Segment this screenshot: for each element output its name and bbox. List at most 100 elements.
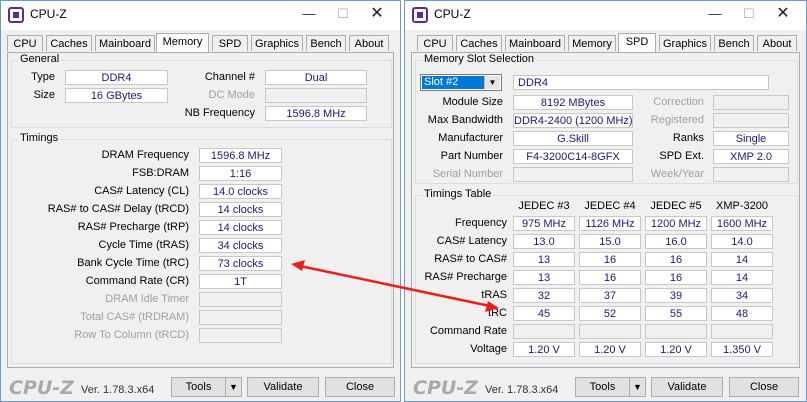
manufacturer-label: Manufacturer [438,132,503,144]
cpuz-window-memory: CPU-Z — ☐ ✕ CPU Caches Mainboard Memory … [0,0,401,402]
table-cell: 14.0 [711,234,773,249]
spd-tab-panel: Memory Slot Selection Slot #2 ▼ DDR4 Mod… [411,52,800,368]
footer-bar: CPU-Z Ver. 1.78.3.x64 Tools ▼ Validate C… [1,371,400,402]
table-cell: 1126 MHz [579,216,641,231]
tab-cpu[interactable]: CPU [417,35,453,51]
table-cell: 1.20 V [645,342,707,357]
table-cell: 13 [513,270,575,285]
part-number-value: F4-3200C14-8GFX [513,149,633,164]
table-cell: 16.0 [645,234,707,249]
timing-label: RAS# to CAS# Delay (tRCD) [47,203,189,215]
table-cell [579,324,641,339]
tab-about[interactable]: About [757,35,797,51]
table-cell: 14 [711,252,773,267]
table-cell: 13 [513,252,575,267]
table-cell: 16 [645,270,707,285]
timings-group-title: Timings [18,132,61,144]
spd-ext-label: SPD Ext. [659,150,704,162]
table-cell: 16 [579,270,641,285]
correction-label: Correction [653,96,704,108]
tab-bench[interactable]: Bench [306,35,346,51]
timing-value: 14 clocks [199,202,282,217]
tools-dropdown-icon[interactable]: ▼ [629,377,646,397]
close-button[interactable]: Close [325,377,395,397]
slot-select[interactable]: Slot #2 ▼ [420,74,502,91]
tools-button[interactable]: Tools [575,377,630,397]
timings-table-group: Timings Table JEDEC #3 JEDEC #4 JEDEC #5… [415,188,798,364]
validate-button[interactable]: Validate [651,377,723,397]
timings-group: Timings DRAM Frequency 1596.8 MHz FSB:DR… [11,132,392,364]
timing-value [199,310,282,325]
general-group: General Type DDR4 Size 16 GBytes Channel… [11,53,392,128]
table-cell: 1.350 V [711,342,773,357]
tab-mainboard[interactable]: Mainboard [95,35,155,51]
tab-bench[interactable]: Bench [714,35,754,51]
table-cell: 975 MHz [513,216,575,231]
tab-cpu[interactable]: CPU [7,35,43,51]
ranks-value: Single [713,131,789,146]
cpuz-window-spd: CPU-Z — ☐ ✕ CPU Caches Mainboard Memory … [404,0,807,402]
version-text: Ver. 1.78.3.x64 [81,384,155,396]
timing-value: 1596.8 MHz [199,148,282,163]
timing-label: Total CAS# (tRDRAM) [80,311,189,323]
minimize-icon[interactable]: — [700,4,730,24]
close-icon[interactable]: ✕ [768,4,798,24]
spd-ext-value: XMP 2.0 [713,149,789,164]
table-cell: 13.0 [513,234,575,249]
timing-value: 1:16 [199,166,282,181]
general-group-title: General [18,53,62,65]
tab-graphics[interactable]: Graphics [659,35,711,51]
tab-graphics[interactable]: Graphics [251,35,303,51]
cpuz-logo: CPU-Z [413,377,478,399]
week-year-value [713,167,789,182]
timing-value [199,292,282,307]
column-header: JEDEC #5 [650,200,702,212]
close-button[interactable]: Close [729,377,799,397]
table-cell: 15.0 [579,234,641,249]
footer-bar: CPU-Z Ver. 1.78.3.x64 Tools ▼ Validate C… [405,371,806,402]
title-bar[interactable]: CPU-Z — ☐ ✕ [405,1,806,30]
cpuz-logo: CPU-Z [9,377,74,399]
timing-label: Cycle Time (tRAS) [98,239,189,251]
nbfreq-value: 1596.8 MHz [265,106,367,121]
size-label: Size [33,89,55,101]
tools-dropdown-icon[interactable]: ▼ [225,377,242,397]
tab-spd[interactable]: SPD [618,33,656,53]
window-title: CPU-Z [434,7,471,21]
ranks-label: Ranks [672,132,704,144]
table-cell [513,324,575,339]
row-label: tRAS [481,289,507,301]
tools-button[interactable]: Tools [171,377,226,397]
chevron-down-icon[interactable]: ▼ [484,76,500,89]
maximize-icon[interactable]: ☐ [328,4,358,24]
close-icon[interactable]: ✕ [362,4,392,24]
row-label: Frequency [455,217,507,229]
table-cell: 45 [513,306,575,321]
tab-mainboard[interactable]: Mainboard [505,35,565,51]
tab-caches[interactable]: Caches [456,35,502,51]
tab-memory[interactable]: Memory [568,35,616,51]
title-bar[interactable]: CPU-Z — ☐ ✕ [1,1,400,30]
timing-value: 73 clocks [199,256,282,271]
timing-label: Bank Cycle Time (tRC) [77,257,189,269]
table-cell: 32 [513,288,575,303]
manufacturer-value: G.Skill [513,131,633,146]
timing-value [199,328,282,343]
maximize-icon[interactable]: ☐ [734,4,764,24]
row-label: Command Rate [429,325,507,337]
timing-label: DRAM Idle Timer [105,293,189,305]
row-label: RAS# Precharge [424,271,507,283]
table-cell [645,324,707,339]
minimize-icon[interactable]: — [294,4,324,24]
row-label: Voltage [470,343,507,355]
table-cell: 1200 MHz [645,216,707,231]
channel-label: Channel # [204,71,255,83]
tab-caches[interactable]: Caches [46,35,92,51]
dcmode-value [265,88,367,103]
table-cell: 55 [645,306,707,321]
tab-memory[interactable]: Memory [156,33,209,53]
validate-button[interactable]: Validate [247,377,319,397]
tab-spd[interactable]: SPD [212,35,248,51]
memory-slot-group-title: Memory Slot Selection [422,53,537,65]
tab-about[interactable]: About [349,35,389,51]
